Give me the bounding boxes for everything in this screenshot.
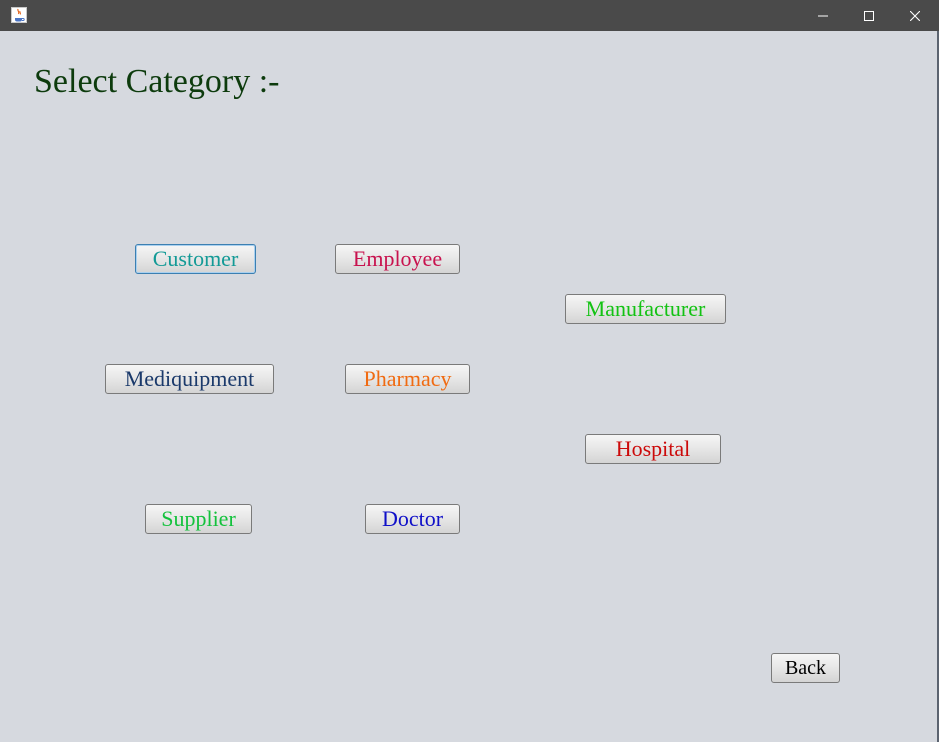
employee-button[interactable]: Employee [335, 244, 460, 274]
manufacturer-button[interactable]: Manufacturer [565, 294, 726, 324]
page-title: Select Category :- [34, 63, 280, 100]
mediquipment-button[interactable]: Mediquipment [105, 364, 274, 394]
supplier-button[interactable]: Supplier [145, 504, 252, 534]
doctor-button[interactable]: Doctor [365, 504, 460, 534]
back-button[interactable]: Back [771, 653, 840, 683]
maximize-icon [864, 10, 874, 21]
close-icon [910, 10, 920, 21]
hospital-button[interactable]: Hospital [585, 434, 721, 464]
pharmacy-button[interactable]: Pharmacy [345, 364, 470, 394]
customer-button[interactable]: Customer [135, 244, 256, 274]
minimize-button[interactable] [800, 0, 846, 31]
window-left-edge [0, 31, 5, 742]
app-window: Select Category :- Customer Employee Man… [0, 0, 939, 742]
minimize-icon [818, 11, 828, 21]
maximize-button[interactable] [846, 0, 892, 31]
close-button[interactable] [892, 0, 938, 31]
java-app-icon [11, 7, 27, 23]
window-titlebar[interactable] [0, 0, 939, 31]
